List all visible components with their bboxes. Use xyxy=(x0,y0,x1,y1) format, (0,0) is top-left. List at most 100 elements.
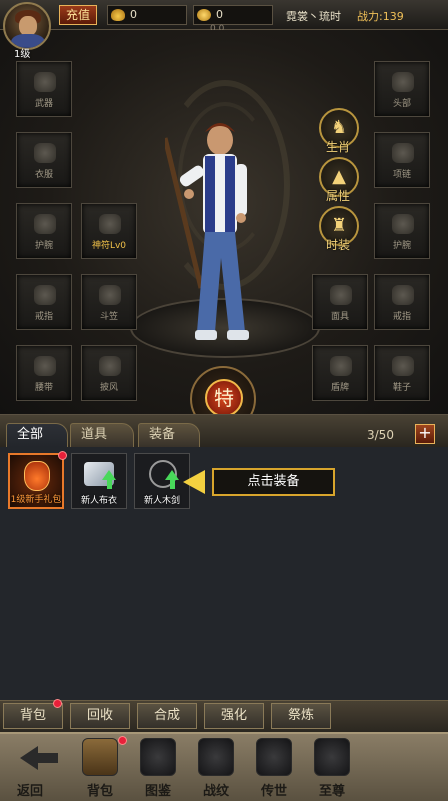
hat-icon xyxy=(99,285,121,305)
tab-equipment[interactable]: 装备 xyxy=(138,423,200,447)
special-button-label: 特 xyxy=(205,379,243,414)
slot-hat[interactable]: 斗笠 xyxy=(81,274,137,330)
nav-supreme[interactable]: 至尊 xyxy=(302,736,362,800)
slot-label: 盾牌 xyxy=(330,383,349,393)
gold-counter: 0 xyxy=(193,5,273,25)
slot-ring-right[interactable]: 戒指 xyxy=(374,274,430,330)
attributes-label: 属性 xyxy=(326,189,351,203)
upgrade-arrow-stem xyxy=(170,479,175,489)
slot-label: 戒指 xyxy=(34,312,53,322)
synthesize-button[interactable]: 合成 xyxy=(137,703,197,729)
special-button[interactable]: 特 xyxy=(190,366,256,414)
ring-icon xyxy=(34,285,56,305)
demon-mask-icon xyxy=(314,738,350,776)
avatar-face xyxy=(19,16,37,36)
zodiac-label: 生肖 xyxy=(326,140,351,154)
combat-power: 战力:139 xyxy=(357,10,404,23)
bag-panel: 全部 道具 装备 3/50 + 1级新手礼包 新人布衣 新人木剑 点击装备 xyxy=(0,414,448,700)
tutorial-hint: 点击装备 xyxy=(212,468,335,496)
mask-icon xyxy=(330,285,352,305)
item-name: 新人木剑 xyxy=(143,496,180,506)
item-newbie-cloth[interactable]: 新人布衣 xyxy=(71,453,127,509)
nav-codex[interactable]: 图鉴 xyxy=(128,736,188,800)
bottom-nav: 返回 背包 图鉴 战纹 传世 至尊 xyxy=(0,732,448,801)
backpack-icon xyxy=(82,738,118,776)
notification-dot xyxy=(118,736,127,745)
nav-label: 图鉴 xyxy=(144,784,171,799)
tab-all[interactable]: 全部 xyxy=(6,423,68,447)
item-newbie-wooden-sword[interactable]: 新人木剑 xyxy=(134,453,190,509)
gold-coin-icon xyxy=(197,9,211,21)
fashion-label: 时装 xyxy=(326,238,351,252)
slot-mask[interactable]: 面具 xyxy=(312,274,368,330)
upgrade-arrow-stem xyxy=(107,479,112,489)
slot-label: 披风 xyxy=(99,383,118,393)
player-level: 1级 xyxy=(14,49,31,60)
slot-label: 项链 xyxy=(392,170,411,180)
top-bar: 充值 0 0 0.0 霓裳丶琉时 战力:139 xyxy=(0,0,448,34)
slot-label: 斗笠 xyxy=(99,312,118,322)
weapon-icon xyxy=(34,72,56,92)
slot-belt[interactable]: 腰带 xyxy=(16,345,72,401)
gold-value: 0 xyxy=(216,8,223,21)
recharge-button[interactable]: 充值 xyxy=(59,5,97,25)
slot-talisman[interactable]: 神符Lv0 xyxy=(81,203,137,259)
ring-icon xyxy=(392,285,414,305)
slot-label: 护腕 xyxy=(392,241,411,251)
notification-dot xyxy=(53,699,62,708)
tutorial-pointer-icon xyxy=(183,470,205,494)
slot-label: 护腕 xyxy=(34,241,53,251)
slot-head[interactable]: 头部 xyxy=(374,61,430,117)
slot-cloak[interactable]: 披风 xyxy=(81,345,137,401)
bag-capacity: 3/50 xyxy=(367,428,394,442)
nav-label: 至尊 xyxy=(318,784,345,799)
necklace-icon xyxy=(392,143,414,163)
player-name: 霓裳丶琉时 xyxy=(286,10,341,23)
slot-shoes[interactable]: 鞋子 xyxy=(374,345,430,401)
ingot-icon xyxy=(111,9,125,21)
slot-ring-left[interactable]: 戒指 xyxy=(16,274,72,330)
slot-clothes[interactable]: 衣服 xyxy=(16,132,72,188)
nav-bag[interactable]: 背包 xyxy=(70,736,130,800)
slot-label: 头部 xyxy=(392,99,411,109)
item-name: 1级新手礼包 xyxy=(10,495,62,505)
nav-legacy[interactable]: 传世 xyxy=(244,736,304,800)
nav-battle-pattern[interactable]: 战纹 xyxy=(186,736,246,800)
slot-label: 武器 xyxy=(34,99,53,109)
bracer-icon xyxy=(34,214,56,234)
armor-icon: ♜ xyxy=(331,215,348,236)
slot-label: 戒指 xyxy=(392,312,411,322)
bracer-icon xyxy=(392,214,414,234)
rabbit-icon: ♞ xyxy=(331,117,348,138)
slot-bracer-left[interactable]: 护腕 xyxy=(16,203,72,259)
slot-label: 神符Lv0 xyxy=(91,241,127,251)
equipment-scene: 武器 衣服 护腕 戒指 腰带 神符Lv0 斗笠 披风 头部 项链 护腕 戒指 鞋… xyxy=(0,30,448,414)
avatar[interactable] xyxy=(3,2,51,50)
refine-button[interactable]: 祭炼 xyxy=(271,703,331,729)
warning-icon: ▲ xyxy=(332,166,346,187)
item-newbie-gift-pack[interactable]: 1级新手礼包 xyxy=(8,453,64,509)
expand-bag-button[interactable]: + xyxy=(415,424,435,444)
nav-label: 传世 xyxy=(260,784,287,799)
back-arrow-icon xyxy=(12,738,58,776)
slot-weapon[interactable]: 武器 xyxy=(16,61,72,117)
slot-label: 腰带 xyxy=(34,383,53,393)
cloak-icon xyxy=(99,356,121,376)
talisman-icon xyxy=(99,214,121,234)
shield-icon xyxy=(330,356,352,376)
slot-necklace[interactable]: 项链 xyxy=(374,132,430,188)
bag-actions: 背包 回收 合成 强化 祭炼 xyxy=(0,699,448,732)
enhance-button[interactable]: 强化 xyxy=(204,703,264,729)
slot-label: 面具 xyxy=(330,312,349,322)
slot-bracer-right[interactable]: 护腕 xyxy=(374,203,430,259)
boots-icon xyxy=(392,356,414,376)
helmet-icon xyxy=(392,72,414,92)
recycle-button[interactable]: 回收 xyxy=(70,703,130,729)
slot-shield[interactable]: 盾牌 xyxy=(312,345,368,401)
gift-bag-icon xyxy=(24,461,50,491)
dragon-icon xyxy=(256,738,292,776)
tab-items[interactable]: 道具 xyxy=(70,423,134,447)
nav-back[interactable]: 返回 xyxy=(0,736,60,800)
character-model xyxy=(165,123,249,340)
slot-label: 衣服 xyxy=(34,170,53,180)
